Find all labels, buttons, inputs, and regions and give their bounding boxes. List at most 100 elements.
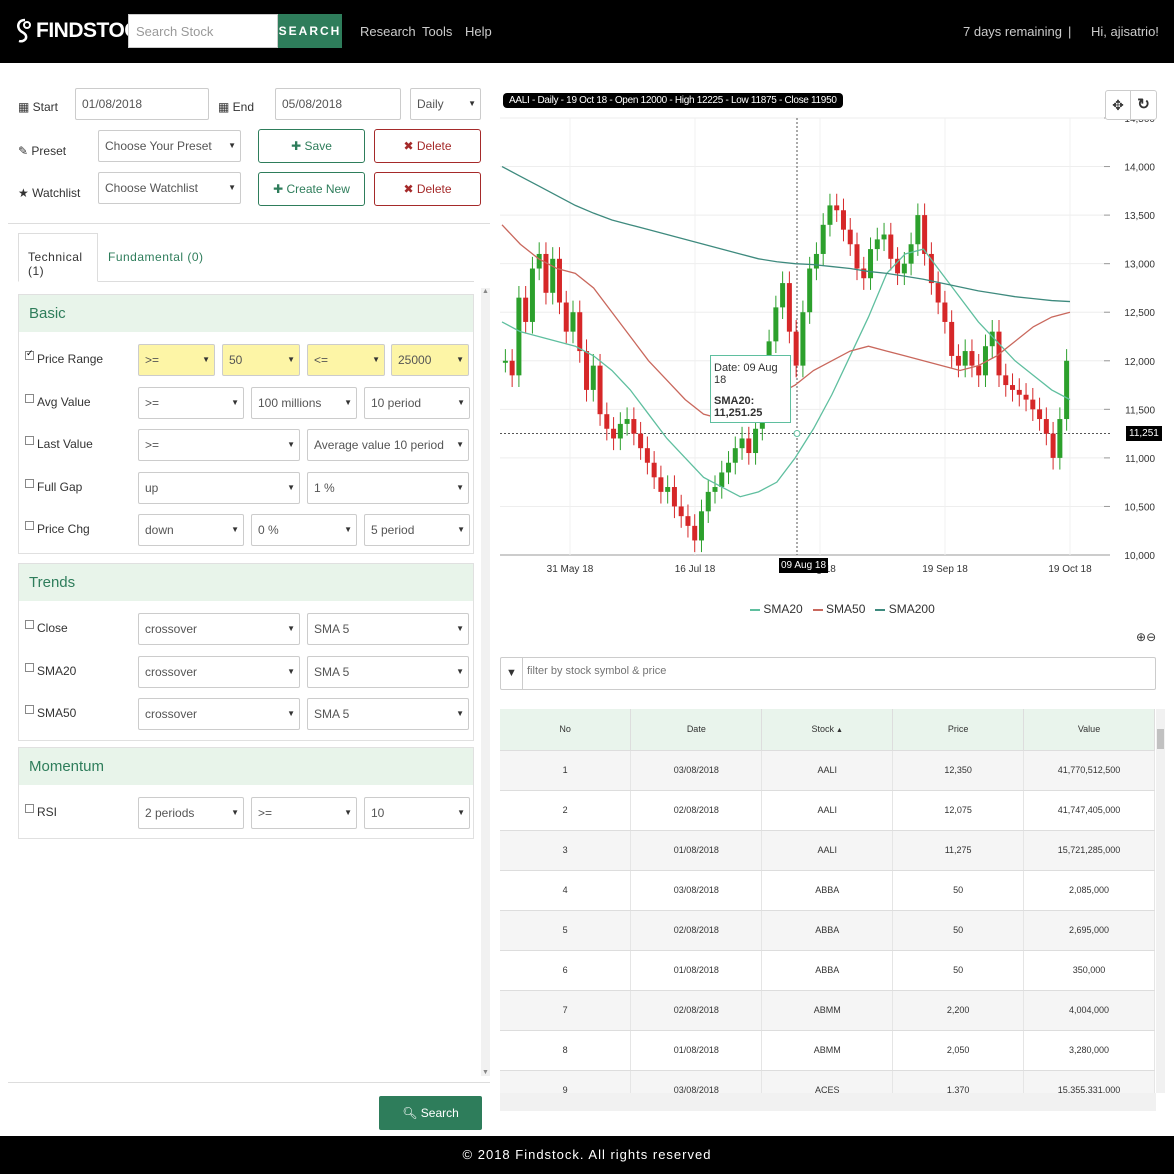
filter-field-select[interactable]: 100 millions ▼ <box>251 386 357 419</box>
filter-field-select[interactable]: 2 periods ▼ <box>138 797 244 829</box>
momentum-section-title[interactable]: Momentum <box>19 748 473 785</box>
chevron-down-icon: ▼ <box>457 525 465 534</box>
filter-row-label[interactable]: Last Value <box>25 436 93 451</box>
preset-select[interactable]: Choose Your Preset ▼ <box>98 130 241 162</box>
table-row[interactable]: 9 03/08/2018 ACES 1,370 15,355,331,000 <box>500 1070 1155 1093</box>
filter-checkbox[interactable] <box>25 478 34 488</box>
sort-asc-icon: ▲ <box>834 727 843 735</box>
legend-sma50[interactable]: SMA50 <box>812 602 865 616</box>
filter-row-label[interactable]: SMA50 <box>25 705 76 720</box>
column-header-price[interactable]: Price <box>892 709 1025 751</box>
run-search-button[interactable]: 🔍︎ Search <box>379 1096 482 1130</box>
filter-checkbox[interactable] <box>25 521 34 530</box>
x-tick-label: 19 Sep 18 <box>922 564 968 575</box>
table-row[interactable]: 1 03/08/2018 AALI 12,350 41,770,512,500 <box>500 750 1155 791</box>
filter-field-select[interactable]: down ▼ <box>138 514 244 546</box>
filter-checkbox[interactable] <box>25 662 34 672</box>
column-header-no[interactable]: No <box>500 709 632 751</box>
nav-help[interactable]: Help <box>465 24 492 39</box>
filter-row-label[interactable]: SMA20 <box>25 662 76 678</box>
basic-section-title[interactable]: Basic <box>19 295 473 332</box>
filter-field-select[interactable]: 50 ▼ <box>222 344 300 376</box>
filter-field-select[interactable]: 0 % ▼ <box>251 514 357 546</box>
scroll-down-icon[interactable]: ▼ <box>482 1069 489 1076</box>
filter-field-select[interactable]: >= ▼ <box>138 386 244 419</box>
table-filter[interactable]: ▼ <box>500 657 1156 690</box>
table-cell: 02/08/2018 <box>630 990 763 1031</box>
filter-field-select[interactable]: SMA 5 ▼ <box>307 613 469 645</box>
price-chart[interactable]: 10,000 10,500 11,000 11,500 12,000 12,500 13,0… <box>500 90 1156 620</box>
column-header-date[interactable]: Date <box>630 709 763 751</box>
filter-field-select[interactable]: 5 period ▼ <box>364 514 470 546</box>
delete-preset-button[interactable]: ✖ Delete <box>374 129 481 163</box>
filter-field-select[interactable]: crossover ▼ <box>138 655 300 688</box>
user-greeting[interactable]: Hi, ajisatrio! <box>1091 24 1159 39</box>
filter-field-select[interactable]: up ▼ <box>138 471 300 504</box>
table-hscrollbar[interactable] <box>500 1093 1156 1111</box>
candle-body <box>786 283 792 332</box>
filter-panel-scrollbar[interactable]: ▲ ▼ <box>481 288 490 1076</box>
filter-field-select[interactable]: >= ▼ <box>138 429 300 461</box>
filter-checkbox[interactable] <box>25 348 34 360</box>
scrollbar-thumb[interactable] <box>1157 729 1164 749</box>
search-stock-button[interactable]: SEARCH <box>278 14 342 48</box>
tab-fundamental[interactable]: Fundamental (0) <box>108 250 204 264</box>
table-scrollbar[interactable] <box>1156 709 1165 1093</box>
filter-field-select[interactable]: SMA 5 ▼ <box>307 655 469 688</box>
chart-svg[interactable]: 10,000 10,500 11,000 11,500 12,000 12,500 13,0… <box>500 90 1156 620</box>
table-row[interactable]: 3 01/08/2018 AALI 11,275 15,721,285,000 <box>500 830 1155 871</box>
legend-sma20[interactable]: SMA20 <box>750 602 803 616</box>
table-row[interactable]: 8 01/08/2018 ABMM 2,050 3,280,000 <box>500 1030 1155 1071</box>
filter-row-label[interactable]: RSI <box>25 804 57 819</box>
watchlist-select[interactable]: Choose Watchlist ▼ <box>98 172 241 204</box>
table-row[interactable]: 4 03/08/2018 ABBA 50 2,085,000 <box>500 870 1155 911</box>
filter-field-select[interactable]: 1 % ▼ <box>307 471 469 504</box>
search-stock-input[interactable] <box>128 14 278 48</box>
zoom-in-icon[interactable]: ⊕ <box>1136 630 1146 644</box>
column-header-value[interactable]: Value <box>1023 709 1155 751</box>
trends-section-title[interactable]: Trends <box>19 564 473 601</box>
interval-select[interactable]: Daily ▼ <box>410 88 481 120</box>
create-watchlist-button[interactable]: ✚ Create New <box>258 172 365 206</box>
table-row[interactable]: 6 01/08/2018 ABBA 50 350,000 <box>500 950 1155 991</box>
table-row[interactable]: 7 02/08/2018 ABMM 2,200 4,004,000 <box>500 990 1155 1031</box>
refresh-icon[interactable]: ↻ <box>1131 91 1156 119</box>
nav-tools[interactable]: Tools <box>422 24 452 39</box>
filter-field-select[interactable]: 10 ▼ <box>364 797 470 829</box>
filter-field-select[interactable]: <= ▼ <box>307 344 385 376</box>
filter-field-select[interactable]: >= ▼ <box>138 344 215 376</box>
filter-field-select[interactable]: 25000 ▼ <box>391 344 469 376</box>
zoom-out-icon[interactable]: ⊖ <box>1146 630 1156 644</box>
filter-input[interactable] <box>527 665 1127 677</box>
scroll-up-icon[interactable]: ▲ <box>482 288 489 295</box>
start-date-input[interactable] <box>75 88 209 120</box>
filter-checkbox[interactable] <box>25 705 34 714</box>
delete-watchlist-button[interactable]: ✖ Delete <box>374 172 481 206</box>
filter-row-label[interactable]: Avg Value <box>25 393 91 409</box>
filter-field-select[interactable]: 10 period ▼ <box>364 386 470 419</box>
filter-name: Price Chg <box>37 522 90 536</box>
filter-checkbox[interactable] <box>25 620 34 629</box>
candle-body <box>665 487 671 492</box>
table-row[interactable]: 5 02/08/2018 ABBA 50 2,695,000 <box>500 910 1155 951</box>
filter-row-label[interactable]: Close <box>25 620 68 635</box>
filter-row-label[interactable]: Price Range <box>25 348 103 366</box>
filter-checkbox[interactable] <box>25 436 34 445</box>
tab-technical[interactable]: Technical (1) <box>18 233 98 282</box>
filter-row-label[interactable]: Full Gap <box>25 478 82 494</box>
nav-research[interactable]: Research <box>360 24 416 39</box>
filter-row-label[interactable]: Price Chg <box>25 521 90 536</box>
filter-field-select[interactable]: >= ▼ <box>251 797 357 829</box>
filter-field-select[interactable]: crossover ▼ <box>138 613 300 645</box>
table-row[interactable]: 2 02/08/2018 AALI 12,075 41,747,405,000 <box>500 790 1155 831</box>
filter-field-select[interactable]: SMA 5 ▼ <box>307 698 469 730</box>
column-header-stock[interactable]: Stock ▲ <box>761 709 894 751</box>
filter-field-select[interactable]: Average value 10 period ▼ <box>307 429 469 461</box>
filter-checkbox[interactable] <box>25 804 34 813</box>
pan-icon[interactable]: ✥ <box>1106 91 1132 119</box>
filter-field-select[interactable]: crossover ▼ <box>138 698 300 730</box>
legend-sma200[interactable]: SMA200 <box>875 602 935 616</box>
filter-checkbox[interactable] <box>25 393 34 403</box>
save-preset-button[interactable]: ✚ Save <box>258 129 365 163</box>
end-date-input[interactable] <box>275 88 401 120</box>
